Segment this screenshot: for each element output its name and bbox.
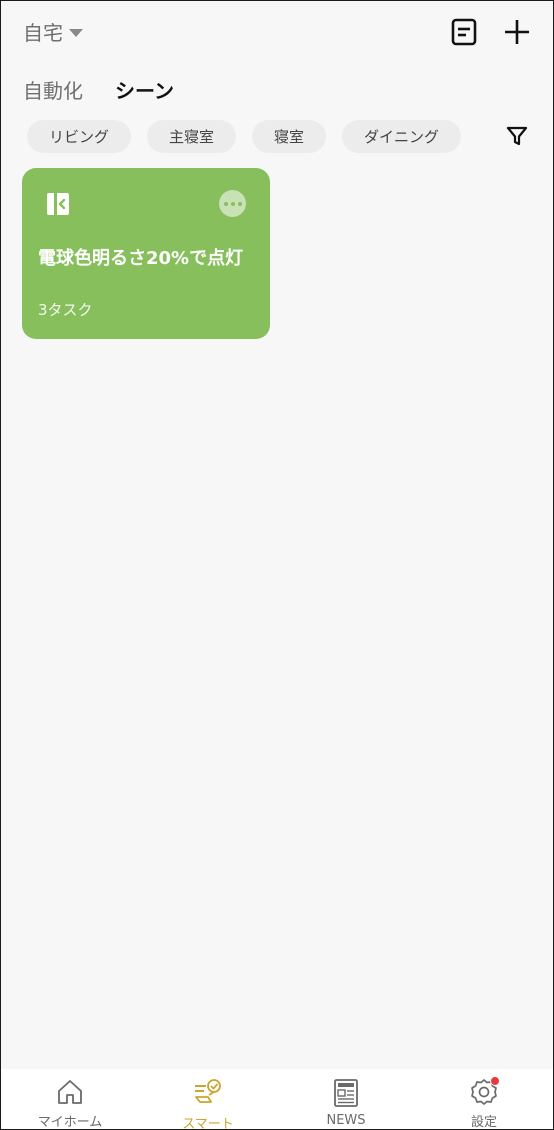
nav-settings[interactable]: 設定 [415,1069,553,1130]
document-icon [451,18,477,46]
bottom-navigation: マイホーム スマート NEWS 設定 [1,1069,553,1130]
nav-label: 設定 [470,1115,497,1130]
nav-news[interactable]: NEWS [277,1069,415,1129]
filter-icon [506,126,528,146]
more-dot-icon [223,201,228,206]
nav-label: マイホーム [37,1115,103,1130]
more-dot-icon [230,201,235,206]
smart-icon [195,1079,221,1103]
home-selector[interactable]: 自宅 [23,17,83,46]
scene-card[interactable]: 電球色明るさ20%で点灯 3タスク [22,168,270,339]
add-button[interactable] [502,17,532,47]
room-filter-chips: リビング 主寝室 寝室 ダイニング [27,120,462,153]
nav-label: スマート [182,1117,234,1130]
tab-bar: 自動化 シーン [23,75,174,104]
home-icon [58,1080,82,1104]
tab-automation[interactable]: 自動化 [23,75,83,104]
caret-down-icon [69,28,83,37]
more-dot-icon [237,201,242,206]
more-options-button[interactable] [219,190,246,217]
notification-badge [490,1076,500,1086]
nav-smart[interactable]: スマート [139,1069,277,1130]
tab-scene[interactable]: シーン [115,75,174,104]
scene-task-count: 3タスク [38,301,93,319]
news-icon [334,1079,358,1107]
nav-my-home[interactable]: マイホーム [1,1069,139,1130]
log-button[interactable] [449,17,479,47]
nav-label: NEWS [326,1113,366,1128]
chip-living[interactable]: リビング [27,120,132,153]
scene-enter-icon [47,193,69,215]
top-bar: 自宅 [1,1,553,65]
chip-dining[interactable]: ダイニング [342,120,462,153]
app-screen: 自宅 自動化 シーン リビング 主寝室 寝室 ダイニング 電球色明るさ20%で点… [0,0,554,1130]
scene-name: 電球色明るさ20%で点灯 [38,248,244,269]
chip-bedroom[interactable]: 寝室 [252,120,327,153]
plus-icon [505,20,529,44]
chip-master-bedroom[interactable]: 主寝室 [147,120,237,153]
filter-button[interactable] [505,124,529,148]
home-name: 自宅 [23,21,63,45]
